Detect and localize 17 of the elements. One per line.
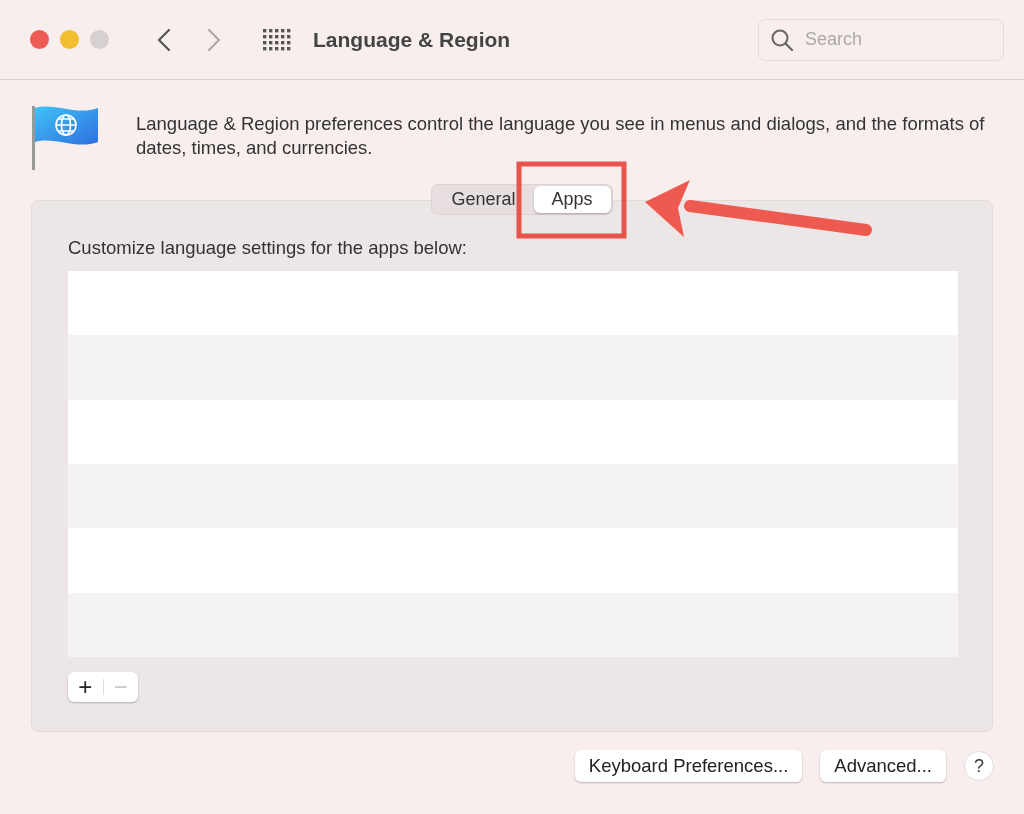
forward-icon[interactable] — [207, 27, 221, 52]
close-button[interactable] — [30, 30, 49, 49]
window-title: Language & Region — [313, 27, 511, 52]
zoom-button[interactable] — [90, 30, 109, 49]
grid-icon[interactable] — [263, 28, 291, 51]
panel-caption: Customize language settings for the apps below: — [68, 237, 468, 259]
push-button[interactable]: Advanced... — [820, 750, 946, 782]
push-button[interactable]: Keyboard Preferences... — [574, 750, 803, 782]
minimize-button[interactable] — [60, 30, 79, 49]
add-button[interactable]: + — [68, 675, 103, 699]
back-icon[interactable] — [157, 27, 171, 52]
help-button[interactable]: ? — [964, 751, 994, 781]
tab[interactable]: Apps — [533, 186, 611, 213]
description-text: Language & Region preferences control the language you see in menus and dialogs, and the formats of dates, times, and currencies. — [136, 112, 986, 160]
search-icon — [770, 27, 794, 52]
search-field[interactable]: Search — [758, 18, 1004, 61]
tab[interactable]: General — [433, 186, 534, 213]
